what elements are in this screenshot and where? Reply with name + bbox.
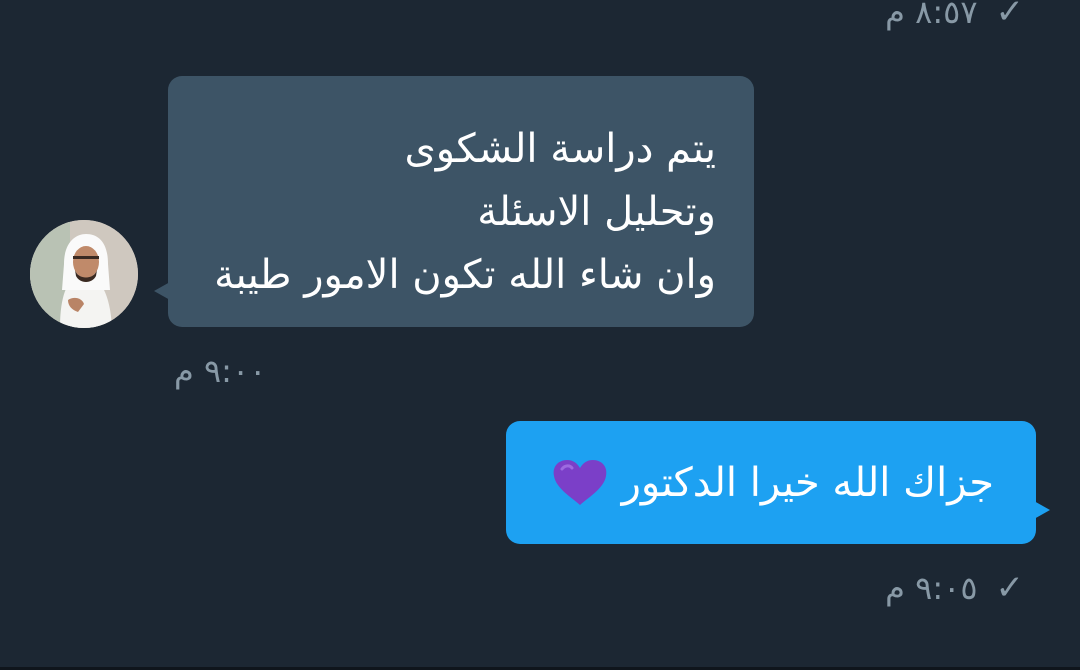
checkmark-icon: ✓ — [995, 568, 1025, 608]
message-meta-sent: ✓ ٩:٠٥ م — [885, 568, 1024, 608]
message-meta-top: ✓ ٨:٥٧ م — [885, 0, 1024, 32]
checkmark-icon: ✓ — [995, 0, 1025, 32]
bubble-tail — [1034, 501, 1050, 519]
sent-message-bubble[interactable]: جزاك الله خيرا الدكتور — [506, 421, 1050, 544]
message-line: يتم دراسة الشكوى — [404, 126, 716, 172]
message-time: ٩:٠٥ م — [885, 569, 978, 607]
message-text: جزاك الله خيرا الدكتور — [621, 459, 994, 506]
message-time: ٨:٥٧ م — [885, 0, 978, 31]
avatar-image — [30, 220, 138, 328]
bubble-tail — [154, 282, 170, 300]
message-meta-received: ٩:٠٠ م — [174, 352, 266, 390]
message-line: وتحليل الاسئلة — [477, 189, 716, 235]
avatar[interactable] — [30, 220, 138, 328]
message-time: ٩:٠٠ م — [174, 352, 267, 390]
purple-heart-icon — [553, 459, 606, 505]
received-message-bubble[interactable]: يتم دراسة الشكوى وتحليل الاسئلة وان شاء … — [154, 76, 754, 327]
message-line: وان شاء الله تكون الامور طيبة — [214, 252, 716, 298]
